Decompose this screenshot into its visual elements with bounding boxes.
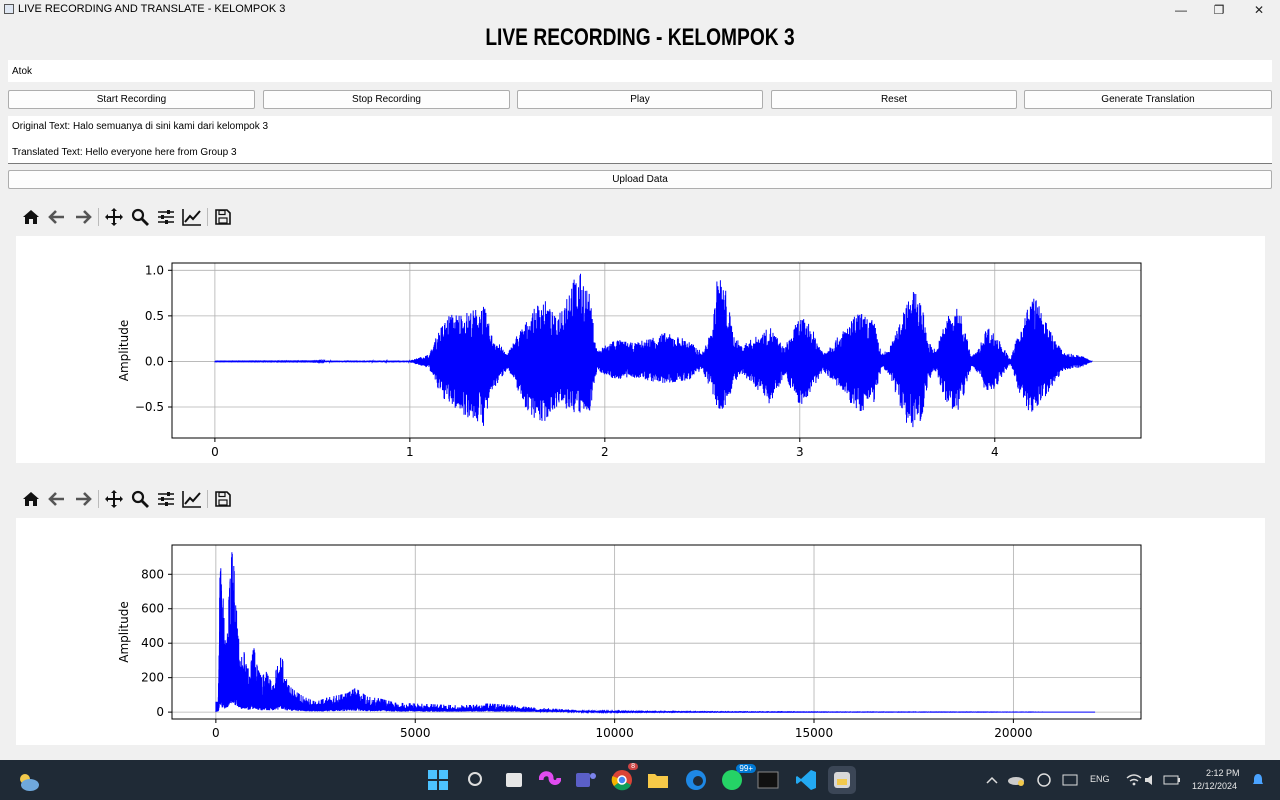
search-icon[interactable]: [462, 766, 490, 794]
forward-icon[interactable]: [70, 206, 96, 228]
toolbar-separator: [207, 208, 208, 226]
pan-icon[interactable]: [101, 206, 127, 228]
restore-icon: ❐: [1213, 3, 1225, 17]
start-button[interactable]: [424, 766, 452, 794]
x-tick-label: 1: [406, 445, 414, 459]
keyboard-icon[interactable]: [1056, 766, 1084, 794]
x-tick-label: 3: [796, 445, 804, 459]
x-tick-label: 20000: [994, 726, 1032, 740]
save-icon[interactable]: [210, 488, 236, 510]
waveform-chart[interactable]: 0 1 2 3 4 −0.5 0.0 0.5 1.0 Amplitude: [16, 236, 1265, 463]
y-tick-label: 1.0: [145, 263, 164, 277]
x-tick-label: 15000: [795, 726, 833, 740]
onedrive-icon[interactable]: [1002, 766, 1030, 794]
edit-axis-icon[interactable]: [179, 206, 205, 228]
plot-frame: [171, 544, 1142, 720]
stop-recording-button[interactable]: Stop Recording: [263, 90, 510, 109]
plot-toolbar-waveform: [18, 206, 236, 228]
battery-icon[interactable]: [1158, 766, 1186, 794]
y-tick-label: 0.5: [145, 309, 164, 323]
chrome-badge: 8: [628, 763, 638, 770]
upload-data-button[interactable]: Upload Data: [8, 170, 1272, 189]
zoom-icon[interactable]: [127, 206, 153, 228]
y-axis-label: Amplitude: [117, 320, 131, 382]
task-view-icon[interactable]: [500, 766, 528, 794]
language-indicator[interactable]: ENG: [1090, 774, 1110, 784]
clock-time[interactable]: 2:12 PM: [1206, 768, 1240, 778]
file-explorer-icon[interactable]: [644, 766, 672, 794]
spectrum-plot-panel: 0 5000 10000 15000 20000 0 200 400 600 800 Amplitu…: [16, 518, 1265, 745]
x-tick-label: 0: [211, 445, 219, 459]
back-icon[interactable]: [44, 488, 70, 510]
home-icon[interactable]: [18, 206, 44, 228]
y-tick-label: 0.0: [145, 354, 164, 368]
y-axis-label: Amplitude: [117, 601, 131, 663]
terminal-icon[interactable]: [754, 766, 782, 794]
x-tick-label: 4: [991, 445, 999, 459]
save-icon[interactable]: [210, 206, 236, 228]
close-icon: ✕: [1253, 3, 1265, 17]
python-app-icon[interactable]: [828, 766, 856, 794]
minimize-button[interactable]: —: [1162, 0, 1200, 20]
waveform-series-line: [214, 273, 1093, 428]
forward-icon[interactable]: [70, 488, 96, 510]
y-tick-label: 400: [141, 636, 164, 650]
start-recording-button[interactable]: Start Recording: [8, 90, 255, 109]
zoom-icon[interactable]: [127, 488, 153, 510]
spectrum-chart[interactable]: 0 5000 10000 15000 20000 0 200 400 600 800 Amplitu…: [16, 518, 1265, 745]
name-input[interactable]: [8, 60, 1272, 82]
play-button[interactable]: Play: [517, 90, 763, 109]
generate-translation-button[interactable]: Generate Translation: [1024, 90, 1272, 109]
plot-toolbar-spectrum: [18, 488, 236, 510]
taskbar: 8 99+ ENG 2:12 PM 12/12/2024: [0, 760, 1280, 800]
page-title: LIVE RECORDING - KELOMPOK 3: [485, 24, 795, 51]
chrome-icon[interactable]: 8: [608, 763, 638, 794]
reset-button[interactable]: Reset: [771, 90, 1017, 109]
close-button[interactable]: ✕: [1240, 0, 1278, 20]
app-icon: [4, 4, 14, 14]
edit-axis-icon[interactable]: [179, 488, 205, 510]
waveform-plot-panel: 0 1 2 3 4 −0.5 0.0 0.5 1.0 Amplitude: [16, 236, 1265, 463]
configure-subplots-icon[interactable]: [153, 488, 179, 510]
edge-icon[interactable]: [682, 766, 710, 794]
y-tick-label: 200: [141, 671, 164, 685]
home-icon[interactable]: [18, 488, 44, 510]
minimize-icon: —: [1175, 3, 1187, 17]
spectrum-series-line: [215, 552, 1096, 714]
toolbar-separator: [98, 208, 99, 226]
translation-output: Original Text: Halo semuanya di sini kam…: [8, 116, 1272, 164]
restore-button[interactable]: ❐: [1200, 0, 1238, 20]
notification-icon[interactable]: [1250, 772, 1266, 788]
weather-widget-icon[interactable]: [14, 768, 42, 796]
clock-date[interactable]: 12/12/2024: [1192, 781, 1237, 791]
whatsapp-icon[interactable]: 99+: [718, 764, 756, 794]
y-tick-label: 600: [141, 602, 164, 616]
y-tick-label: 0: [156, 705, 164, 719]
y-tick-label: 800: [141, 567, 164, 581]
y-tick-label: −0.5: [135, 400, 164, 414]
original-text: Original Text: Halo semuanya di sini kam…: [12, 121, 269, 132]
x-tick-label: 5000: [400, 726, 431, 740]
x-tick-label: 2: [601, 445, 609, 459]
x-tick-label: 0: [212, 726, 220, 740]
back-icon[interactable]: [44, 206, 70, 228]
configure-subplots-icon[interactable]: [153, 206, 179, 228]
x-tick-label: 10000: [596, 726, 634, 740]
pan-icon[interactable]: [101, 488, 127, 510]
vscode-icon[interactable]: [792, 766, 820, 794]
teams-icon[interactable]: [572, 766, 600, 794]
translated-text: Translated Text: Hello everyone here fro…: [12, 147, 237, 158]
sync-icon[interactable]: [1030, 766, 1058, 794]
window-title: LIVE RECORDING AND TRANSLATE - KELOMPOK …: [18, 3, 286, 15]
copilot-icon[interactable]: [536, 766, 564, 794]
toolbar-separator: [207, 490, 208, 508]
title-bar: LIVE RECORDING AND TRANSLATE - KELOMPOK …: [0, 0, 1280, 20]
toolbar-separator: [98, 490, 99, 508]
